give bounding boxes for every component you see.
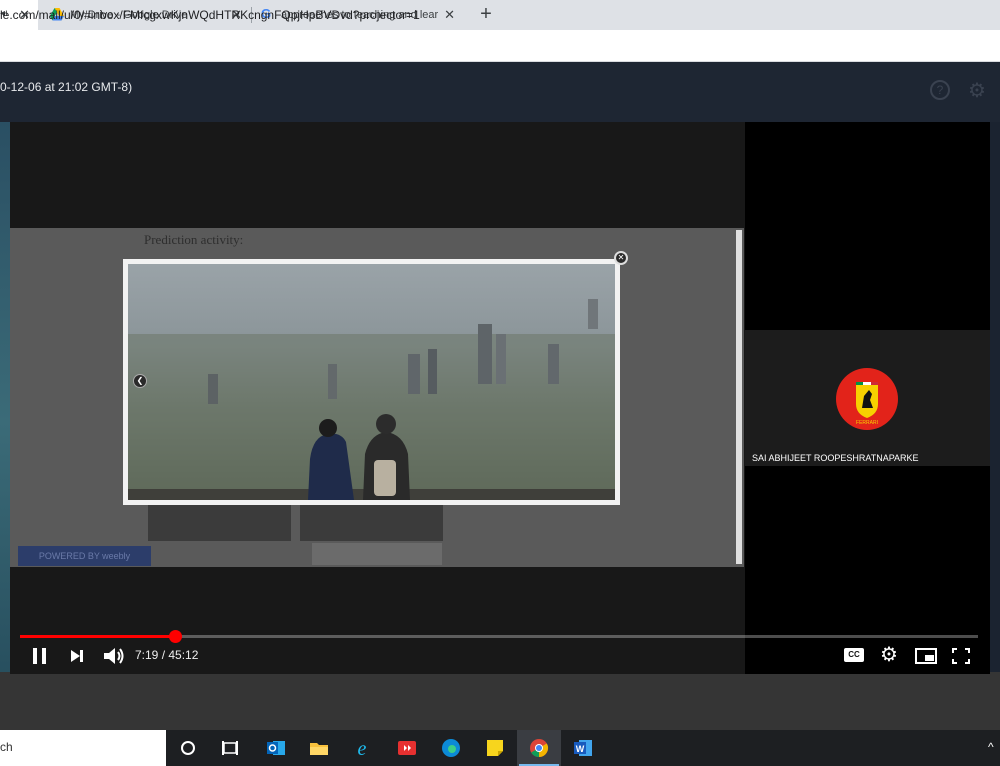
gmail-header [0, 62, 1000, 122]
progress-fill [20, 635, 176, 638]
slide-thumbnail [312, 543, 442, 565]
chrome-button[interactable] [528, 737, 550, 759]
slide-scrollbar [736, 230, 742, 564]
miniplayer-icon [915, 648, 937, 664]
settings-gear-icon[interactable]: ⚙ [968, 78, 986, 103]
photo-lightbox [123, 259, 620, 505]
outlook-icon [267, 741, 285, 755]
internet-explorer-icon: e [358, 738, 367, 760]
address-bar[interactable] [0, 30, 1000, 62]
slide-thumbnail [300, 505, 443, 541]
skip-next-icon [71, 650, 83, 662]
ferrari-logo-icon: FERRARI [856, 382, 878, 426]
captions-icon: CC [844, 648, 864, 662]
anydesk-button[interactable] [396, 737, 418, 759]
weebly-badge: POWERED BY weebly [18, 546, 151, 566]
miniplayer-button[interactable] [914, 646, 938, 666]
url-text[interactable]: le.com/mail/u/0/#inbox/FMfcgxwKjnWQdHTRK… [0, 8, 420, 22]
chevron-up-icon[interactable]: ^ [988, 740, 994, 754]
fullscreen-button[interactable] [950, 646, 972, 666]
background-strip [0, 122, 10, 722]
chrome-icon [530, 739, 549, 757]
next-button[interactable] [68, 647, 88, 665]
outlook-button[interactable] [265, 737, 287, 759]
close-lightbox-icon[interactable]: ✕ [614, 251, 628, 265]
new-tab-button[interactable]: + [474, 3, 498, 27]
file-explorer-button[interactable] [308, 737, 330, 759]
pause-icon [33, 648, 46, 664]
email-date-text: 0-12-06 at 21:02 GMT-8) [0, 80, 133, 94]
edge-button[interactable] [440, 737, 462, 759]
time-display: 7:19 / 45:12 [135, 648, 199, 662]
slide-heading: Prediction activity: [144, 232, 244, 247]
slide-thumbnail [148, 505, 291, 541]
gear-icon: ⚙ [880, 644, 898, 666]
internet-explorer-button[interactable]: e [351, 737, 373, 760]
edge-icon [442, 739, 460, 757]
pause-button[interactable] [30, 646, 50, 666]
fullscreen-icon [952, 648, 970, 664]
avatar: FERRARI [836, 368, 898, 430]
ferrari-logo-text: FERRARI [856, 420, 878, 426]
sticky-notes-icon [487, 740, 503, 756]
word-button[interactable]: W [572, 737, 594, 759]
volume-button[interactable] [102, 645, 126, 667]
sticky-notes-button[interactable] [484, 737, 506, 759]
volume-icon [104, 648, 124, 664]
background-bottom [0, 672, 1000, 730]
folder-icon [310, 743, 328, 755]
previous-photo-icon[interactable]: ❮ [133, 374, 147, 388]
svg-text:W: W [576, 744, 585, 754]
settings-button[interactable]: ⚙ [880, 644, 902, 666]
word-icon: W [574, 740, 592, 756]
cortana-button[interactable] [177, 737, 199, 759]
svg-text:e: e [358, 738, 367, 759]
tab-close-icon[interactable]: ✕ [444, 7, 455, 23]
task-view-icon [222, 741, 238, 755]
taskbar-search-box[interactable] [0, 730, 166, 766]
participant-name: SAI ABHIJEET ROOPESHRATNAPARKE [752, 453, 919, 463]
task-view-button[interactable] [219, 737, 241, 759]
taskbar-search-text: ch [0, 740, 13, 754]
city-photo [128, 264, 615, 500]
cortana-icon [181, 741, 195, 755]
help-icon[interactable]: ? [930, 80, 950, 100]
captions-button[interactable]: CC [844, 648, 866, 664]
remote-app-icon [398, 741, 416, 755]
